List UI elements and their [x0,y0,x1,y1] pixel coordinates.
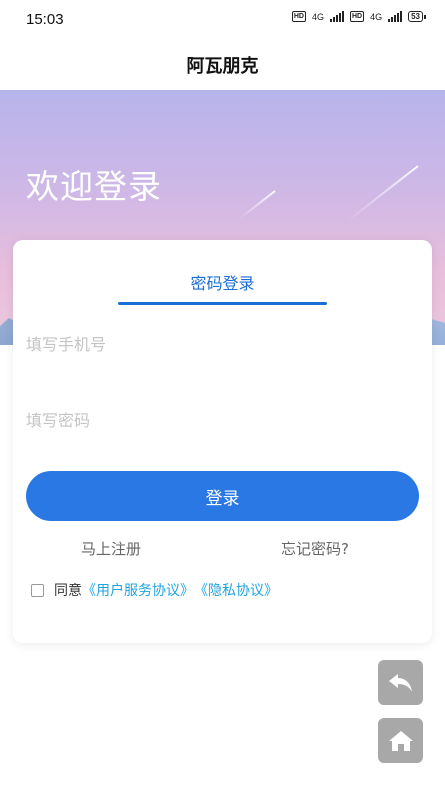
tab-underline [118,302,327,305]
signal-icon [388,11,403,22]
network-type: 4G [370,11,383,22]
forgot-password-link[interactable]: 忘记密码? [281,538,349,559]
home-icon [388,730,413,751]
network-type: 4G [311,11,324,22]
agree-checkbox[interactable] [31,583,44,597]
password-input[interactable] [26,400,419,440]
login-button[interactable]: 登录 [26,471,419,521]
back-button[interactable] [378,660,423,705]
back-arrow-icon [388,673,412,692]
agree-prefix: 同意 [54,583,82,599]
app-bar: 阿瓦朋克 [0,40,445,90]
user-agreement-link[interactable]: 《用户服务协议》 [82,580,194,600]
login-card: 密码登录 登录 马上注册 忘记密码? 同意 《用户服务协议》 《隐私协议》 [13,240,432,643]
home-button[interactable] [378,718,423,763]
privacy-policy-link[interactable]: 《隐私协议》 [194,580,278,600]
phone-input[interactable] [26,324,419,364]
register-link[interactable]: 马上注册 [81,538,141,559]
tab-password-login[interactable]: 密码登录 [13,270,432,294]
hd-badge: HD [349,11,365,22]
meteor-decoration [238,190,276,220]
signal-icon [329,11,344,22]
meteor-decoration [346,165,419,223]
status-icons: HD 4G HD 4G 53 [291,11,426,22]
app-title: 阿瓦朋克 [186,56,259,77]
battery-icon: 53 [408,11,426,22]
agreement-row: 同意 《用户服务协议》 《隐私协议》 [31,580,278,600]
status-bar: 15:03 HD 4G HD 4G 53 [0,0,445,40]
status-time: 15:03 [26,11,64,28]
hd-badge: HD [291,11,306,22]
welcome-title: 欢迎登录 [26,167,162,206]
